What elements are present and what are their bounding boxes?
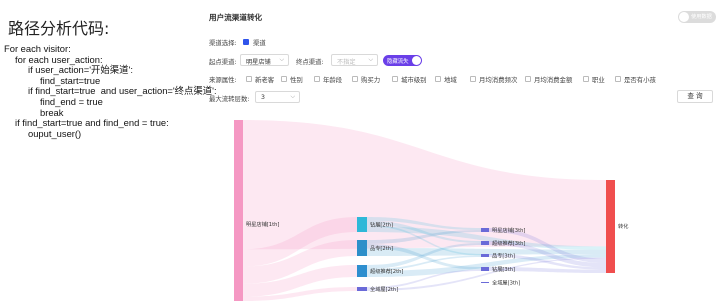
sankey-node [481,282,489,283]
sankey-node-label: 明星店铺[1th] [246,220,279,228]
sankey-node [234,120,243,301]
sankey-node-label: 明星店铺[3th] [492,226,525,234]
sankey-node [357,265,367,277]
code-line: find_end = true [40,95,103,107]
sankey-node [481,228,489,232]
sankey-node [357,287,367,291]
code-line: For each visitor: [4,43,71,54]
sankey-node [606,180,615,273]
code-line: if find_start=true and user_action='终点渠道… [28,85,217,97]
code-heading: 路径分析代码: [8,19,110,38]
code-line: ouput_user() [28,127,82,139]
sankey-panel: 用户流渠道转化 使用数据 渠道选择: 渠道 起点渠道: 明星店铺 ⌵ 终点渠道:… [200,0,720,301]
sankey-node [481,241,489,245]
sankey-node [357,240,367,256]
sankey-node [481,254,489,257]
sankey-node-label: 全域屋[3th] [492,279,520,287]
sankey-node-label: 钻展[3th] [492,265,515,273]
sankey-node [357,217,367,232]
sankey-node-label: 转化 [618,222,628,230]
sankey-node-label: 全域屋[2th] [370,285,398,293]
code-line: if user_action='开始渠道': [28,64,133,76]
code-pane: 路径分析代码: For each visitor: for each user_a… [0,0,217,301]
sankey-chart: 明星店铺[1th] 钻展[2th] 品专[2th] 超级推荐[2th] 全域屋[2th]… [234,120,628,301]
sankey-links [243,120,606,301]
sankey-node-label: 超级推荐[3th] [492,239,525,247]
sankey-node-label: 超级推荐[2th] [370,267,403,275]
sankey-node-label: 钻展[2th] [370,221,393,229]
sankey-node [481,267,489,271]
sankey-node-label: 品专[2th] [370,244,393,252]
code-block: For each visitor: for each user_action: if… [4,43,217,139]
sankey-node-label: 品专[3th] [492,252,515,260]
